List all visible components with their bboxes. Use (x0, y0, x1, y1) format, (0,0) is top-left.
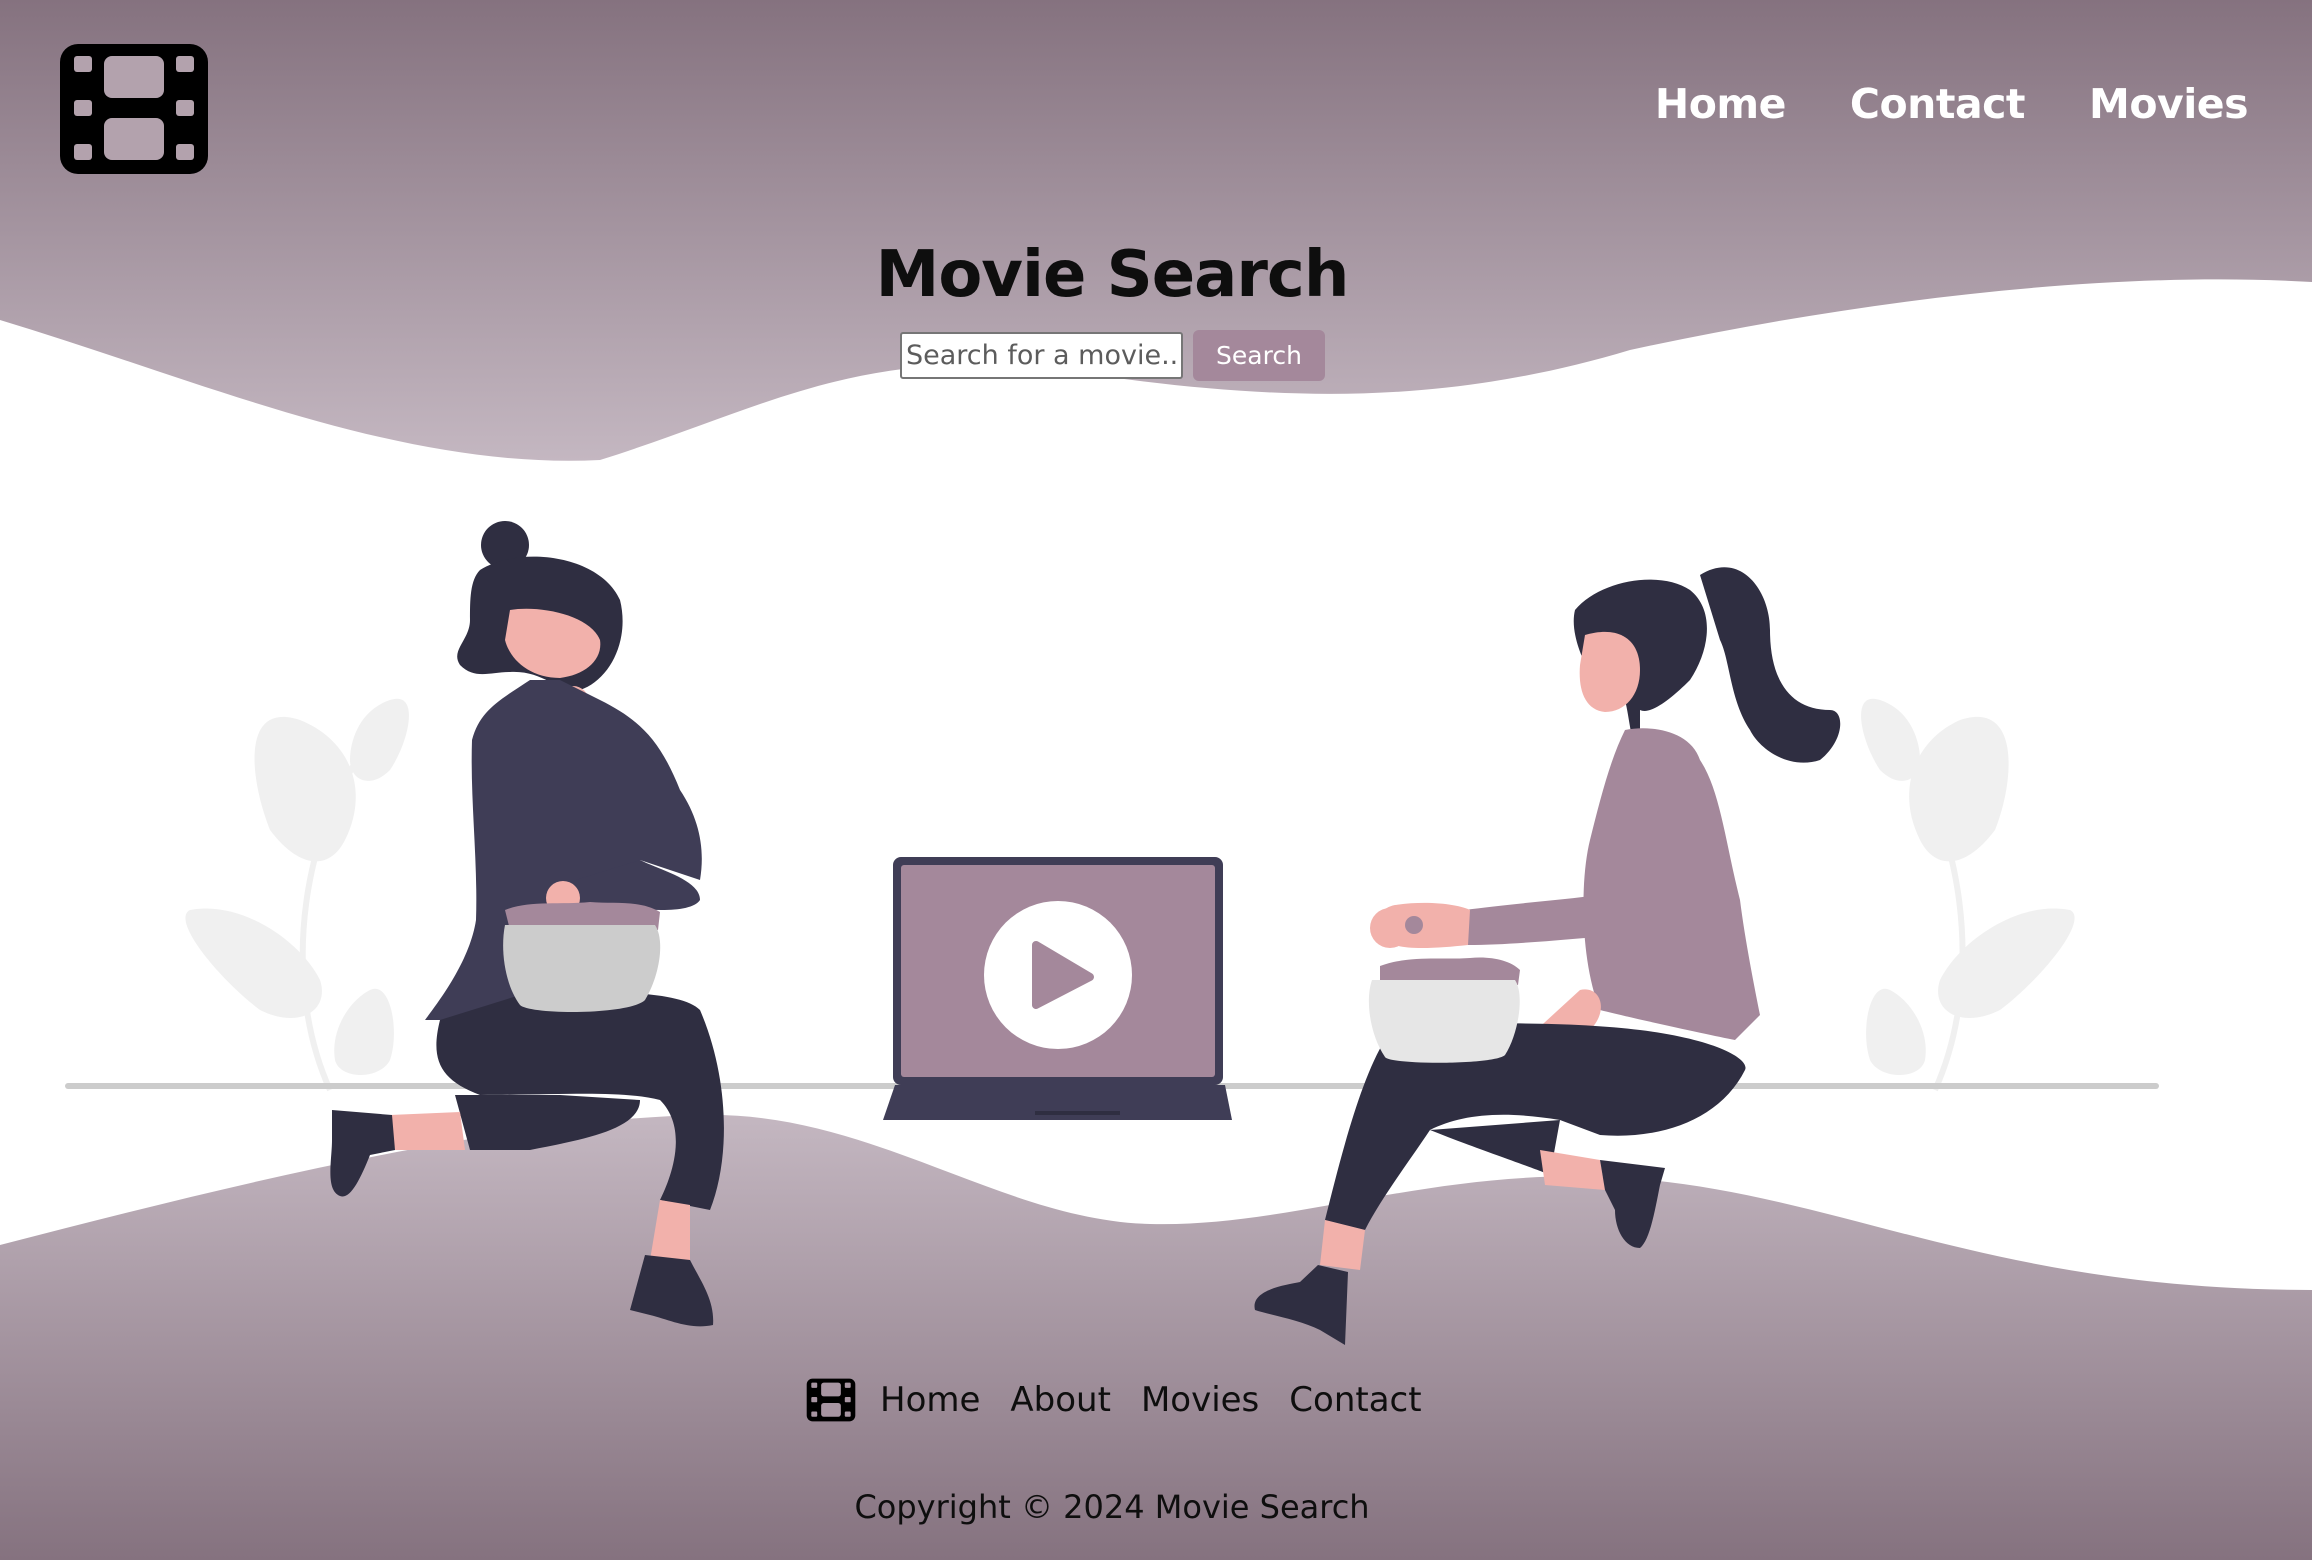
laptop-icon (883, 857, 1232, 1120)
search-button[interactable]: Search (1193, 330, 1325, 381)
footer-contact-link[interactable]: Contact (1289, 1380, 1421, 1420)
film-strip-icon[interactable] (58, 42, 210, 176)
nav-contact-link[interactable]: Contact (1850, 80, 2026, 128)
woman-left-figure (330, 521, 724, 1327)
top-nav: Home Contact Movies (1655, 80, 2249, 128)
search-form: Search (900, 330, 1325, 381)
footer-nav: Home About Movies Contact (806, 1378, 1422, 1422)
search-input[interactable] (900, 332, 1183, 379)
footer-movies-link[interactable]: Movies (1141, 1380, 1259, 1420)
woman-right-figure (1254, 567, 1841, 1345)
page-title: Movie Search (875, 238, 1350, 312)
left-plant-icon (185, 698, 409, 1092)
nav-movies-link[interactable]: Movies (2089, 80, 2248, 128)
hero-illustration (65, 521, 2159, 1345)
footer-home-link[interactable]: Home (880, 1380, 980, 1420)
nav-home-link[interactable]: Home (1655, 80, 1787, 128)
footer-film-strip-icon[interactable] (806, 1378, 856, 1422)
copyright-text: Copyright © 2024 Movie Search (854, 1488, 1370, 1526)
right-plant-icon (1861, 698, 2075, 1092)
footer-about-link[interactable]: About (1010, 1380, 1111, 1420)
